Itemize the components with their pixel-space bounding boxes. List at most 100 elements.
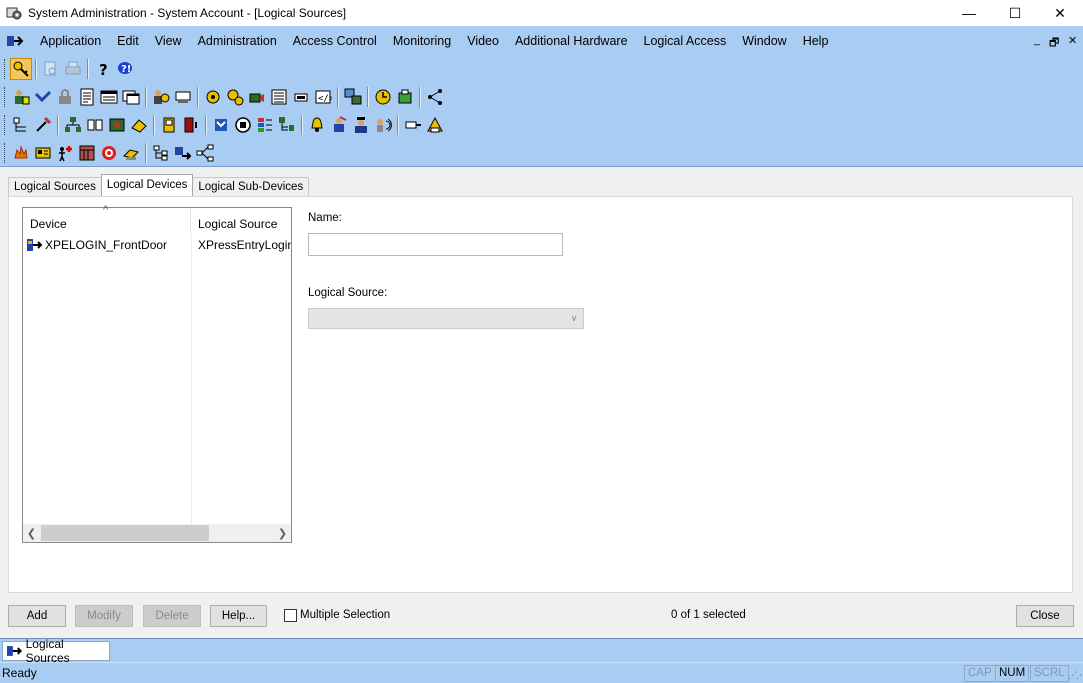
menu-view[interactable]: View [147, 26, 190, 56]
menu-administration[interactable]: Administration [190, 26, 285, 56]
name-input[interactable] [308, 233, 563, 256]
alarm-config-button[interactable] [202, 86, 224, 108]
whats-this-button[interactable]: ?! [114, 58, 136, 80]
menu-additional-hardware[interactable]: Additional Hardware [507, 26, 636, 56]
mdi-minimize-button[interactable]: _ [1034, 34, 1040, 46]
network-icon [344, 88, 362, 105]
document-system-menu-icon[interactable] [6, 34, 24, 48]
menu-monitoring[interactable]: Monitoring [385, 26, 459, 56]
scrollbar-thumb[interactable] [41, 525, 209, 541]
person-alert-button[interactable] [54, 142, 76, 164]
logical-source-select[interactable]: ∨ [308, 308, 584, 329]
digital-video-button[interactable] [246, 86, 268, 108]
hierarchy-button[interactable] [150, 142, 172, 164]
print-button[interactable] [62, 58, 84, 80]
menu-application[interactable]: Application [32, 26, 109, 56]
network-topology-button[interactable] [194, 142, 216, 164]
tab-logical-devices[interactable]: Logical Devices [100, 174, 194, 196]
menu-logical-access[interactable]: Logical Access [636, 26, 735, 56]
target-button[interactable] [98, 142, 120, 164]
help-dialog-button[interactable]: Help... [210, 605, 267, 627]
menu-help[interactable]: Help [795, 26, 837, 56]
areas-button[interactable] [10, 114, 32, 136]
hardware-button[interactable] [172, 86, 194, 108]
system-settings-button[interactable] [224, 86, 246, 108]
help-button[interactable]: ? [92, 58, 114, 80]
modify-button[interactable]: Modify [75, 605, 133, 627]
delete-button[interactable]: Delete [143, 605, 201, 627]
system-options-button[interactable] [98, 86, 120, 108]
toolbar-grip[interactable] [4, 115, 7, 135]
lists-button[interactable] [62, 114, 84, 136]
devices-button[interactable] [394, 86, 416, 108]
guard-button[interactable] [306, 114, 328, 136]
panel-grid-button[interactable] [76, 142, 98, 164]
toolbar-grip[interactable] [4, 87, 7, 107]
toolbar-grip[interactable] [4, 59, 7, 79]
clock-button[interactable] [372, 86, 394, 108]
maps-button[interactable] [232, 114, 254, 136]
doors-button[interactable] [158, 114, 180, 136]
id-button[interactable] [106, 114, 128, 136]
column-header-device[interactable]: ^ Device [23, 204, 191, 234]
users-button[interactable] [150, 86, 172, 108]
tools-button[interactable] [32, 114, 54, 136]
maximize-button[interactable]: ☐ [992, 0, 1038, 26]
menu-bar: Application Edit View Administration Acc… [0, 26, 1083, 56]
multiple-selection-checkbox[interactable] [284, 609, 297, 622]
list-item[interactable]: XPELOGIN_FrontDoor XPressEntryLogin [23, 236, 291, 254]
alarms-button[interactable] [276, 114, 298, 136]
scroll-right-icon[interactable]: ❯ [274, 524, 291, 542]
topology-button[interactable] [424, 86, 446, 108]
workstations-button[interactable] [120, 86, 142, 108]
visitor-button[interactable] [350, 114, 372, 136]
horizontal-scrollbar[interactable]: ❮ ❯ [23, 524, 291, 542]
biometric-button[interactable] [180, 114, 202, 136]
officer-button[interactable] [328, 114, 350, 136]
add-button[interactable]: Add [8, 605, 66, 627]
transfer-button[interactable] [172, 142, 194, 164]
close-window-button[interactable]: ✕ [1037, 0, 1083, 26]
fire-button[interactable] [10, 142, 32, 164]
tab-logical-sources[interactable]: Logical Sources [8, 177, 102, 196]
badge-print-button[interactable] [120, 142, 142, 164]
access-levels-button[interactable] [54, 86, 76, 108]
minimize-button[interactable]: — [946, 0, 992, 26]
cardholders-button[interactable] [10, 86, 32, 108]
intrusion-button[interactable] [32, 142, 54, 164]
toolbar-grip[interactable] [4, 143, 7, 163]
multiple-selection-label[interactable]: Multiple Selection [300, 609, 390, 621]
reports-button[interactable] [76, 86, 98, 108]
menu-video[interactable]: Video [459, 26, 507, 56]
alert-panel-button[interactable] [424, 114, 446, 136]
monitor-button[interactable] [210, 114, 232, 136]
reader-alert-button[interactable] [402, 114, 424, 136]
badges-icon [34, 90, 52, 103]
mdi-close-button[interactable]: ✕ [1068, 34, 1077, 47]
zones-button[interactable] [254, 114, 276, 136]
devices-list[interactable]: ^ Device Logical Source XPELOGIN_FrontDo… [22, 204, 292, 543]
menu-window[interactable]: Window [734, 26, 794, 56]
tab-logical-sub-devices[interactable]: Logical Sub-Devices [192, 177, 310, 196]
panels-button[interactable] [290, 86, 312, 108]
menu-edit[interactable]: Edit [109, 26, 147, 56]
scroll-left-icon[interactable]: ❮ [23, 524, 40, 542]
keys-button[interactable] [10, 58, 32, 80]
print-preview-button[interactable] [40, 58, 62, 80]
maps-icon [235, 117, 251, 133]
toolbar-separator [301, 115, 303, 135]
badges-button[interactable] [32, 86, 54, 108]
close-button[interactable]: Close [1016, 605, 1074, 627]
window-tab-logical-sources[interactable]: Logical Sources [2, 637, 110, 665]
network-button[interactable] [342, 86, 364, 108]
menu-access-control[interactable]: Access Control [285, 26, 385, 56]
mdi-restore-button[interactable]: 🗗 [1049, 34, 1059, 53]
cameras-button[interactable]: </> [312, 86, 334, 108]
resize-grip-icon[interactable]: ⋰⋰ [1068, 670, 1083, 681]
intrusion-icon [35, 147, 51, 159]
column-header-logical-source[interactable]: Logical Source [191, 208, 291, 234]
readers-button[interactable] [268, 86, 290, 108]
cards-button[interactable] [84, 114, 106, 136]
entry-button[interactable] [128, 114, 150, 136]
signal-button[interactable] [372, 114, 394, 136]
